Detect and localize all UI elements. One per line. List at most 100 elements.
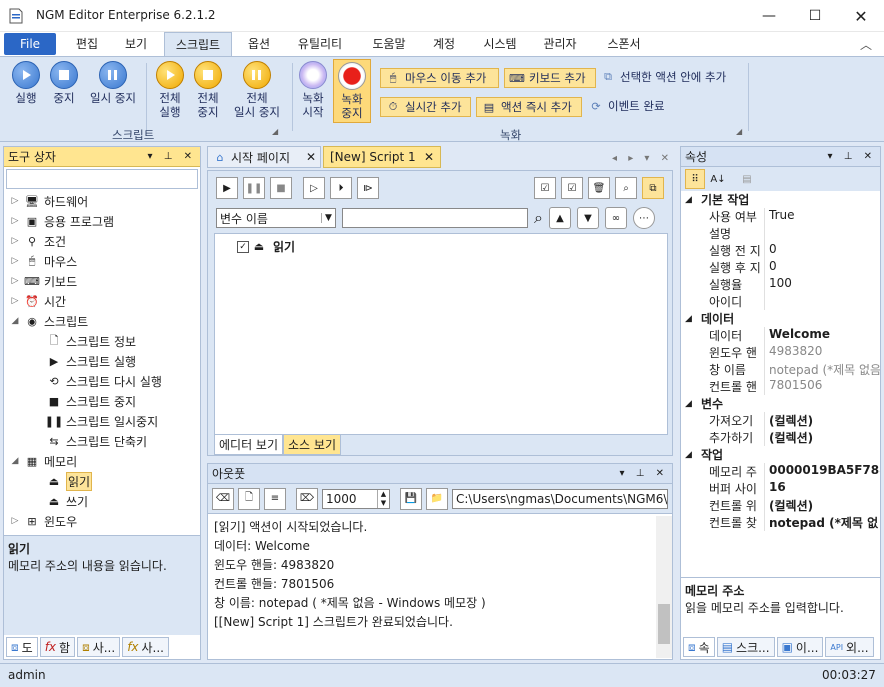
prop-row[interactable]: 추가하기 (컬렉션) [705,429,880,446]
prop-row[interactable]: 아이디 [705,293,880,310]
panel-controls[interactable]: ▾ ⊥ ✕ [148,151,200,162]
maximize-button[interactable]: ☐ [792,0,838,32]
scrollbar-thumb[interactable] [658,604,670,644]
tree-item-memory[interactable]: ◢ ▦ 메모리 [10,451,194,471]
tab-script-1[interactable]: [New] Script 1 ✕ [323,146,441,168]
add-mouse-move-button[interactable]: 🖱 마우스 이동 추가 [380,68,499,88]
tab-script[interactable]: 스크립트 [164,32,232,56]
tab-sponsor[interactable]: 스폰서 [598,32,650,56]
step-into-button[interactable]: ⏵ [330,177,352,199]
event-complete-button[interactable]: ⟳ 이벤트 완료 [588,98,664,114]
tree-item-keyboard[interactable]: ▷ ⌨ 키보드 [10,271,194,291]
tab-external[interactable]: API 외... [825,637,874,657]
tree-item-memory-read[interactable]: ⏏ 읽기 [42,471,194,491]
pause-button[interactable]: 일시 중지 [84,61,142,105]
export-log-button[interactable]: 🗋 [238,487,260,510]
tab-script-list[interactable]: ▤ 스크... [716,637,775,657]
clear-log-button[interactable]: ⌫ [212,487,234,510]
sort-alpha-icon[interactable]: A↓ [708,169,728,189]
tab-functions[interactable]: fx 함 [39,637,76,657]
tree-item-script-rerun[interactable]: ⟲ 스크립트 다시 실행 [42,371,194,391]
pause-all-button[interactable]: 전체 일시 중지 [228,61,286,119]
tab-source-view[interactable]: 소스 보기 [283,435,341,455]
close-tab-icon[interactable]: ✕ [306,150,316,164]
spinner-icon[interactable]: ▲ ▼ [377,489,389,508]
chevron-down-icon[interactable]: ▼ [321,213,335,223]
more-button[interactable]: ⋯ [632,207,655,229]
tree-item-hardware[interactable]: ▷ 🖥 하드웨어 [10,191,194,211]
tab-nav-controls[interactable]: ◂ ▸ ▾ ✕ [612,153,673,164]
stop-button[interactable]: 중지 [46,61,82,105]
variable-select[interactable]: 변수 이름 ▼ [216,208,336,228]
tree-item-script-pause[interactable]: ❚❚ 스크립트 일시중지 [42,411,194,431]
prop-row[interactable]: 창 이름 notepad (*제목 없음 [705,361,880,378]
move-down-button[interactable]: ▼ [576,207,599,229]
prop-row[interactable]: 컨트롤 찾 notepad (*제목 없 [705,514,880,531]
toolbox-search-input[interactable] [6,169,198,189]
tree-item-script-stop[interactable]: ■ 스크립트 중지 [42,391,194,411]
save-icon[interactable]: 💾 [400,487,422,510]
tree-view-button[interactable]: ⧉ [642,177,664,199]
categorized-icon[interactable]: ⠿ [685,169,705,189]
category-work[interactable]: ◢ 작업 [685,446,880,463]
tab-view[interactable]: 보기 [112,32,160,56]
tab-editor-view[interactable]: 에디터 보기 [214,435,284,455]
dialog-launcher-icon[interactable]: ◢ [272,127,278,136]
add-immediate-button[interactable]: ▤ 액션 즉시 추가 [476,97,582,117]
tree-item-script[interactable]: ◢ ◉ 스크립트 [10,311,194,331]
delete-button[interactable]: 🗑 [588,177,610,199]
property-pages-icon[interactable]: ▤ [737,169,757,189]
tab-utility[interactable]: 유틸리티 [288,32,352,56]
run-button[interactable]: 실행 [8,61,44,105]
prop-row[interactable]: 가져오기 (컬렉션) [705,412,880,429]
panel-controls[interactable]: ▾ ⊥ ✕ [828,151,880,162]
pause-button[interactable]: ❚❚ [243,177,265,199]
prop-row[interactable]: 메모리 주0000019BA5F788C [705,463,880,480]
tab-toolbox[interactable]: ⧈ 도 [6,637,38,657]
log-path-input[interactable]: C:\Users\ngmas\Documents\NGM6\ [452,488,668,509]
step-over-button[interactable]: ⧐ [357,177,379,199]
prop-row[interactable]: 컨트롤 위 (컬렉션) [705,497,880,514]
action-item-read[interactable]: ✓ ⏏ 읽기 [237,238,645,255]
step-button[interactable]: ▷ [303,177,325,199]
tab-start-page[interactable]: ⌂ 시작 페이지 ✕ [207,146,321,168]
prop-row[interactable]: 윈도우 핸 4983820 [705,344,880,361]
prop-row[interactable]: 버퍼 사이 16 [705,480,880,497]
search-icon[interactable]: ⌕ [534,208,543,228]
prop-row[interactable]: 실행 전 지0 [705,242,880,259]
category-basic[interactable]: ◢ 기본 작업 [685,191,880,208]
panel-controls[interactable]: ▾ ⊥ ✕ [620,468,672,479]
tree-item-application[interactable]: ▷ ▣ 응용 프로그램 [10,211,194,231]
loop-button[interactable]: ∞ [604,207,627,229]
tree-item-script-run[interactable]: ▶ 스크립트 실행 [42,351,194,371]
prop-row[interactable]: 실행율 100 [705,276,880,293]
tab-help[interactable]: 도움말 [362,32,416,56]
folder-icon[interactable]: 📁 [426,487,448,510]
tab-user-toolbox[interactable]: ⧈ 사... [77,637,121,657]
eraser-button[interactable]: ⌦ [296,487,318,510]
search-button[interactable]: ⌕ [615,177,637,199]
tab-admin[interactable]: 관리자 [534,32,586,56]
tab-account[interactable]: 계정 [422,32,466,56]
tree-item-script-hotkey[interactable]: ⇆ 스크립트 단축키 [42,431,194,451]
stop-all-button[interactable]: 전체 중지 [190,61,226,119]
tree-item-mouse[interactable]: ▷ 🖱 마우스 [10,251,194,271]
check-all-button[interactable]: ☑ [561,177,583,199]
close-window-button[interactable]: ✕ [838,0,884,32]
minimize-button[interactable]: — [746,0,792,32]
category-variable[interactable]: ◢ 변수 [685,395,880,412]
prop-row[interactable]: 사용 여부 True [705,208,880,225]
tree-item-time[interactable]: ▷ ⏰ 시간 [10,291,194,311]
dialog-launcher-icon[interactable]: ◢ [736,127,742,136]
tree-item-script-info[interactable]: 🗋 스크립트 정보 [42,331,194,351]
tree-item-memory-write[interactable]: ⏏ 쓰기 [42,491,194,511]
tab-options[interactable]: 옵션 [236,32,282,56]
tab-user-functions[interactable]: fx 사... [122,637,169,657]
run-all-button[interactable]: 전체 실행 [152,61,188,119]
record-stop-button[interactable]: 녹화 중지 [333,59,371,123]
close-tab-icon[interactable]: ✕ [424,150,434,164]
stop-button[interactable]: ■ [270,177,292,199]
add-realtime-button[interactable]: ⏱ 실시간 추가 [380,97,471,117]
prop-row[interactable]: 컨트롤 핸 7801506 [705,378,880,395]
record-start-button[interactable]: 녹화 시작 [298,61,328,119]
